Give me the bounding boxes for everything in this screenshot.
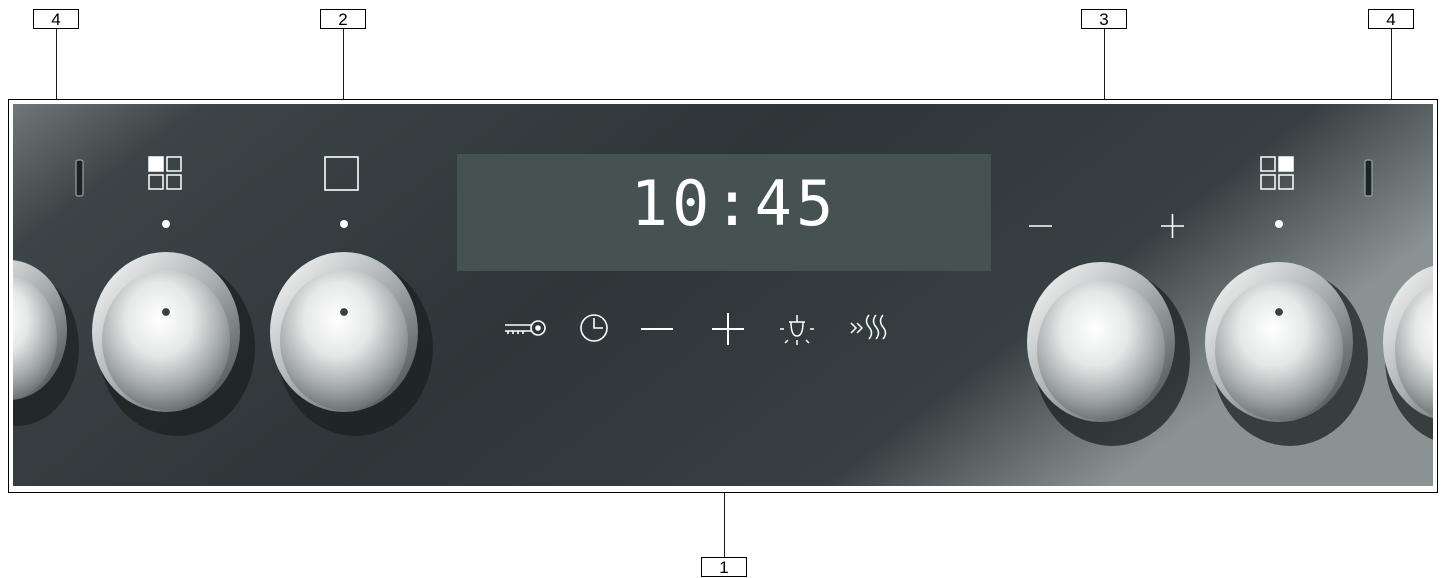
panel-illustration: 10:45 bbox=[13, 104, 1433, 486]
callout-2: 2 bbox=[320, 9, 366, 29]
indicator-light-left bbox=[75, 159, 84, 197]
callout-4-right: 4 bbox=[1368, 9, 1414, 29]
knob-marker-dot bbox=[162, 220, 170, 228]
callout-3: 3 bbox=[1081, 9, 1127, 29]
display-time: 10:45 bbox=[631, 167, 838, 240]
control-panel: 10:45 bbox=[8, 99, 1438, 493]
callout-1: 1 bbox=[701, 557, 747, 577]
indicator-light-right bbox=[1364, 159, 1373, 197]
knob-marker-dot bbox=[1275, 220, 1283, 228]
knob-marker-dot bbox=[340, 220, 348, 228]
callout-4-left: 4 bbox=[33, 9, 79, 29]
